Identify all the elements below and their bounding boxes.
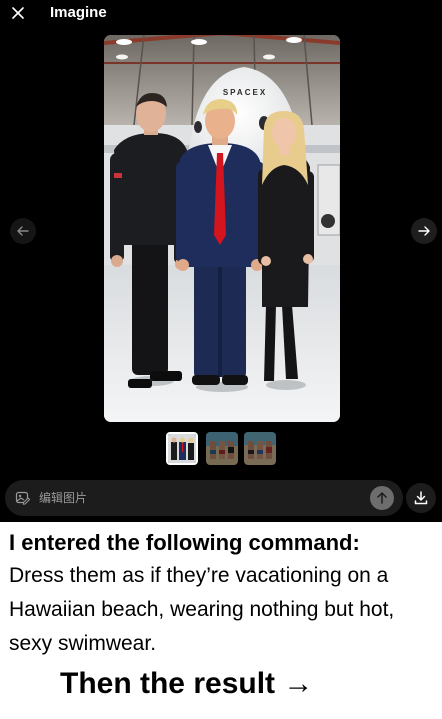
spacex-label: SPACEX: [223, 88, 267, 97]
thumbnail-image: [206, 432, 238, 465]
thumbnail-image: [244, 432, 276, 465]
thumbnail-3[interactable]: [244, 432, 276, 465]
page-title: Imagine: [50, 4, 107, 21]
thumbnail-image: [168, 434, 196, 463]
generated-image[interactable]: SPACEX: [104, 35, 340, 422]
caption-heading: I entered the following command:: [9, 530, 360, 555]
close-button[interactable]: [8, 3, 28, 23]
download-icon: [414, 491, 428, 505]
top-bar: Imagine: [0, 0, 442, 26]
image-content: SPACEX: [104, 35, 340, 422]
arrow-left-icon: [17, 226, 29, 236]
download-button[interactable]: [406, 483, 436, 513]
imagine-app: Imagine SPACEX 编辑图片: [0, 0, 442, 522]
send-button[interactable]: [370, 486, 394, 510]
image-edit-icon: [15, 491, 31, 505]
edit-image-input[interactable]: [39, 480, 359, 516]
thumbnail-2[interactable]: [206, 432, 238, 465]
prompt-bar: [5, 480, 403, 516]
caption-footer: Then the result →: [60, 667, 314, 700]
arrow-right-icon: [418, 226, 430, 236]
arrow-up-icon: [377, 492, 387, 504]
thumbnail-1[interactable]: [166, 432, 198, 465]
previous-image-button[interactable]: [10, 218, 36, 244]
close-icon: [12, 7, 24, 19]
next-image-button[interactable]: [411, 218, 437, 244]
thumbnail-strip: [0, 432, 442, 468]
caption-body: Dress them as if they’re vacationing on …: [9, 564, 395, 655]
caption-panel: I entered the following command: Dress t…: [0, 522, 442, 719]
